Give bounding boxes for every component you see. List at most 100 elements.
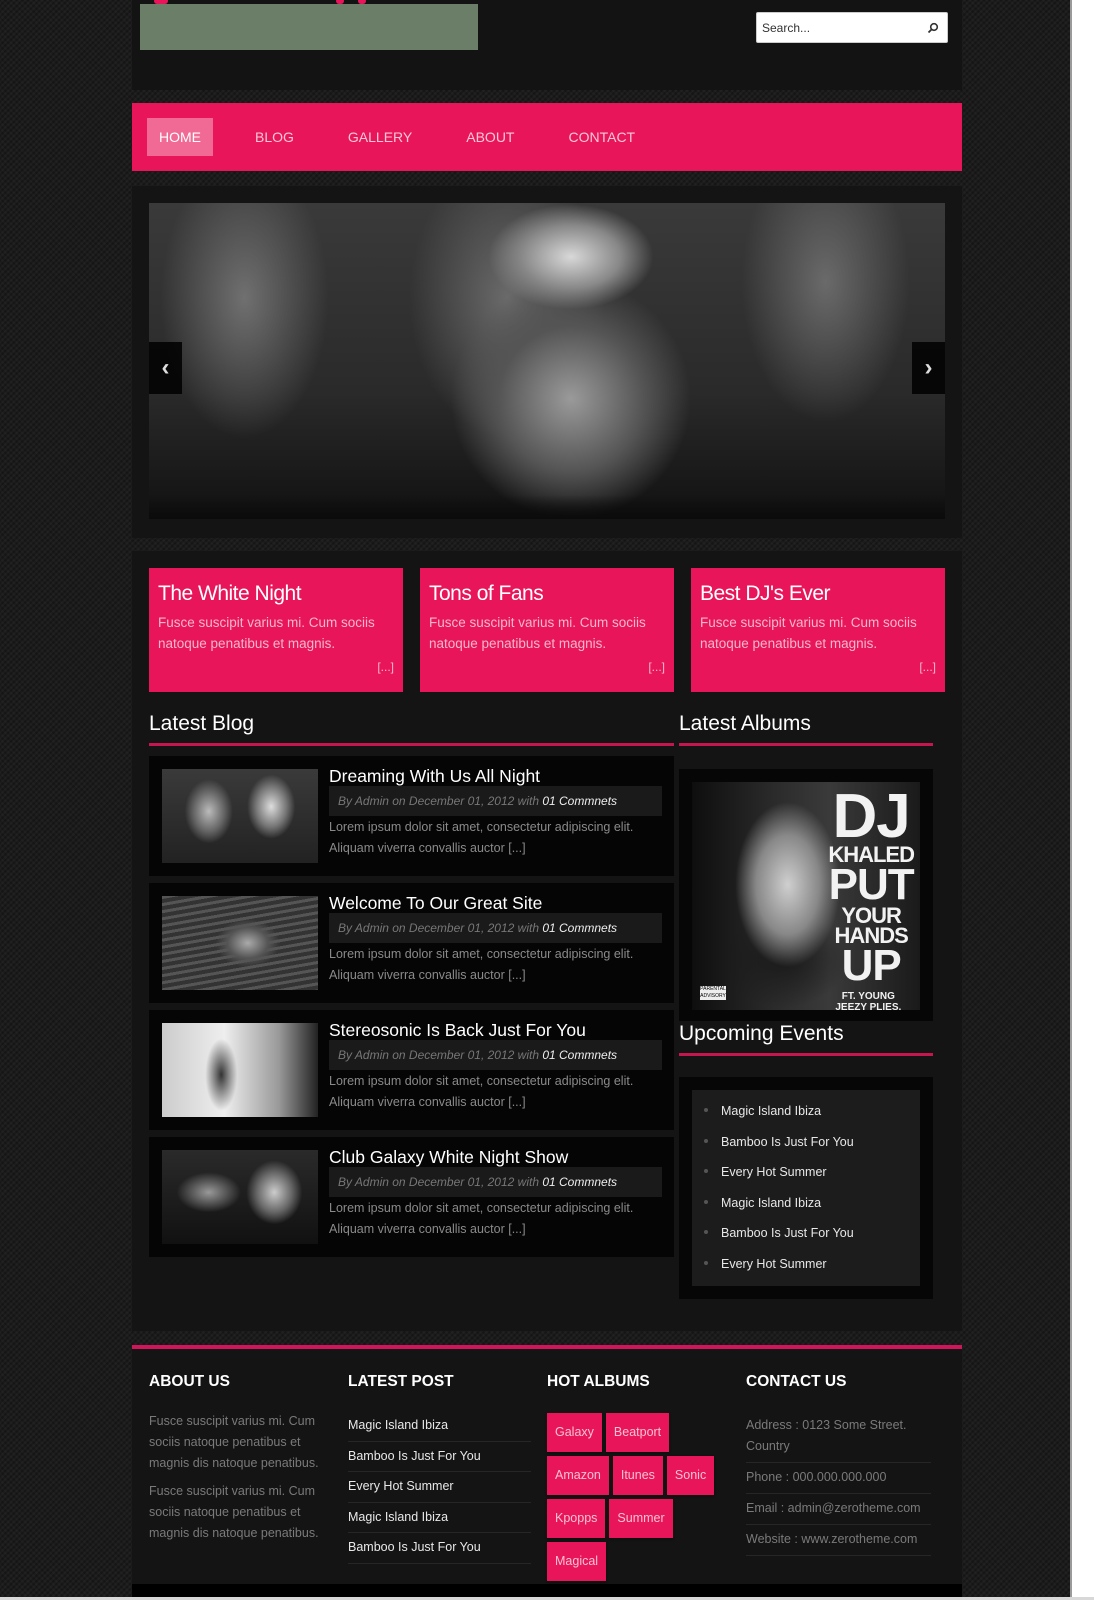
footer-about: Fusce suscipit varius mi. Cum sociis nat… bbox=[149, 1411, 324, 1551]
album-tag[interactable]: Itunes bbox=[612, 1456, 663, 1495]
album-tag[interactable]: Magical bbox=[547, 1542, 607, 1581]
latest-post-link[interactable]: Bamboo Is Just For You bbox=[348, 1533, 531, 1564]
section-divider bbox=[679, 743, 933, 746]
contact-address: Address : 0123 Some Street. Country bbox=[746, 1411, 931, 1463]
post-byline: By Admin on December 01, 2012 with bbox=[338, 1175, 543, 1189]
post-title[interactable]: Stereosonic Is Back Just For You bbox=[329, 1020, 586, 1041]
feature-box: Tons of Fans Fusce suscipit varius mi. C… bbox=[420, 568, 674, 692]
bullet-icon bbox=[704, 1260, 708, 1265]
slide-turntable-shadow bbox=[149, 495, 945, 519]
feature-more-link[interactable]: [...] bbox=[648, 660, 665, 674]
event-item[interactable]: Bamboo Is Just For You bbox=[692, 1135, 920, 1166]
search-icon[interactable] bbox=[923, 22, 943, 34]
logo-mark bbox=[154, 0, 168, 4]
event-item[interactable]: Magic Island Ibiza bbox=[692, 1104, 920, 1135]
latest-post-list: Magic Island Ibiza Bamboo Is Just For Yo… bbox=[348, 1411, 531, 1564]
chevron-left-icon: ‹ bbox=[161, 354, 170, 381]
latest-post-link[interactable]: Magic Island Ibiza bbox=[348, 1411, 531, 1442]
section-divider bbox=[149, 743, 674, 746]
contact-list: Address : 0123 Some Street. Country Phon… bbox=[746, 1411, 931, 1556]
post-comments-link[interactable]: 01 Commnets bbox=[542, 1175, 617, 1189]
nav-about[interactable]: ABOUT bbox=[454, 118, 526, 156]
event-item[interactable]: Every Hot Summer bbox=[692, 1165, 920, 1196]
post-title[interactable]: Club Galaxy White Night Show bbox=[329, 1147, 568, 1168]
album-tag[interactable]: Amazon bbox=[547, 1456, 609, 1495]
event-label: Every Hot Summer bbox=[721, 1165, 827, 1179]
feature-text: Fusce suscipit varius mi. Cum sociis nat… bbox=[158, 615, 375, 651]
about-paragraph: Fusce suscipit varius mi. Cum sociis nat… bbox=[149, 1484, 319, 1540]
contact-phone: Phone : 000.000.000.000 bbox=[746, 1463, 931, 1494]
nav-contact[interactable]: CONTACT bbox=[556, 118, 647, 156]
latest-post-link[interactable]: Bamboo Is Just For You bbox=[348, 1442, 531, 1472]
post-thumbnail[interactable] bbox=[162, 896, 318, 990]
scrollbar-track[interactable] bbox=[1072, 0, 1094, 1600]
blog-post: Welcome To Our Great Site By Admin on De… bbox=[149, 883, 674, 1003]
slide-image-dj bbox=[149, 203, 945, 519]
post-meta: By Admin on December 01, 2012 with 01 Co… bbox=[329, 1167, 662, 1197]
post-byline: By Admin on December 01, 2012 with bbox=[338, 921, 543, 935]
latest-post-link[interactable]: Magic Island Ibiza bbox=[348, 1503, 531, 1533]
post-title[interactable]: Dreaming With Us All Night bbox=[329, 766, 540, 787]
blog-post: Dreaming With Us All Night By Admin on D… bbox=[149, 756, 674, 876]
nav-home[interactable]: HOME bbox=[147, 118, 213, 156]
site-logo[interactable] bbox=[140, 3, 478, 50]
logo-top-edge bbox=[140, 0, 478, 4]
logo-mark bbox=[336, 0, 344, 4]
events-card: Magic Island Ibiza Bamboo Is Just For Yo… bbox=[679, 1077, 933, 1299]
post-excerpt: Lorem ipsum dolor sit amet, consectetur … bbox=[329, 1074, 634, 1109]
album-tag[interactable]: Beatport bbox=[605, 1413, 670, 1452]
album-cover[interactable]: DJ KHALED PUT YOUR HANDS UP FT. YOUNG JE… bbox=[692, 782, 920, 1010]
footer-contact-heading: CONTACT US bbox=[746, 1373, 847, 1390]
about-paragraph: Fusce suscipit varius mi. Cum sociis nat… bbox=[149, 1414, 319, 1470]
nav-gallery[interactable]: GALLERY bbox=[336, 118, 424, 156]
post-excerpt: Lorem ipsum dolor sit amet, consectetur … bbox=[329, 820, 634, 855]
hero-slider: ‹ › bbox=[132, 186, 962, 538]
album-featuring: FT. YOUNG JEEZY PLIES, RICK ROSS & SCHIF… bbox=[835, 990, 902, 1010]
event-item[interactable]: Magic Island Ibiza bbox=[692, 1196, 920, 1227]
bullet-icon bbox=[704, 1138, 708, 1143]
album-tag[interactable]: Summer bbox=[609, 1499, 673, 1538]
footer-hot-albums-heading: HOT ALBUMS bbox=[547, 1373, 650, 1390]
feature-title[interactable]: The White Night bbox=[158, 582, 394, 606]
contact-email[interactable]: Email : admin@zerotheme.com bbox=[746, 1494, 931, 1525]
footer-about-heading: ABOUT US bbox=[149, 1373, 230, 1390]
post-comments-link[interactable]: 01 Commnets bbox=[542, 1048, 617, 1062]
post-comments-link[interactable]: 01 Commnets bbox=[542, 921, 617, 935]
slider-next-button[interactable]: › bbox=[912, 342, 945, 394]
chevron-right-icon: › bbox=[924, 354, 933, 381]
main-content: The White Night Fusce suscipit varius mi… bbox=[132, 551, 962, 1331]
event-item[interactable]: Bamboo Is Just For You bbox=[692, 1226, 920, 1257]
post-byline: By Admin on December 01, 2012 with bbox=[338, 794, 543, 808]
feature-box: Best DJ's Ever Fusce suscipit varius mi.… bbox=[691, 568, 945, 692]
album-tag[interactable]: Kpopps bbox=[547, 1499, 606, 1538]
event-label: Bamboo Is Just For You bbox=[721, 1134, 854, 1149]
feature-title[interactable]: Best DJ's Ever bbox=[700, 582, 936, 606]
hot-albums-tags: Galaxy Beatport Amazon Itunes Sonic Kpop… bbox=[547, 1413, 722, 1585]
post-thumbnail[interactable] bbox=[162, 1150, 318, 1244]
logo-mark bbox=[358, 0, 366, 4]
feature-more-link[interactable]: [...] bbox=[377, 660, 394, 674]
feature-more-link[interactable]: [...] bbox=[919, 660, 936, 674]
latest-post-link[interactable]: Every Hot Summer bbox=[348, 1472, 531, 1503]
post-thumbnail[interactable] bbox=[162, 1023, 318, 1117]
bullet-icon bbox=[704, 1108, 708, 1112]
feature-title[interactable]: Tons of Fans bbox=[429, 582, 665, 606]
feature-box: The White Night Fusce suscipit varius mi… bbox=[149, 568, 403, 692]
post-comments-link[interactable]: 01 Commnets bbox=[542, 794, 617, 808]
album-tag[interactable]: Galaxy bbox=[547, 1413, 602, 1452]
event-item[interactable]: Every Hot Summer bbox=[692, 1257, 920, 1288]
latest-blog-heading: Latest Blog bbox=[149, 712, 255, 735]
post-excerpt: Lorem ipsum dolor sit amet, consectetur … bbox=[329, 947, 634, 982]
feature-text: Fusce suscipit varius mi. Cum sociis nat… bbox=[429, 615, 646, 651]
contact-website[interactable]: Website : www.zerotheme.com bbox=[746, 1525, 931, 1556]
post-title[interactable]: Welcome To Our Great Site bbox=[329, 893, 542, 914]
section-divider bbox=[679, 1053, 933, 1056]
latest-albums-heading: Latest Albums bbox=[679, 712, 811, 735]
slider-prev-button[interactable]: ‹ bbox=[149, 342, 182, 394]
nav-blog[interactable]: BLOG bbox=[243, 118, 306, 156]
feature-text: Fusce suscipit varius mi. Cum sociis nat… bbox=[700, 615, 917, 651]
search-input[interactable] bbox=[757, 13, 923, 42]
post-thumbnail[interactable] bbox=[162, 769, 318, 863]
post-meta: By Admin on December 01, 2012 with 01 Co… bbox=[329, 786, 662, 816]
album-tag[interactable]: Sonic bbox=[666, 1456, 715, 1495]
